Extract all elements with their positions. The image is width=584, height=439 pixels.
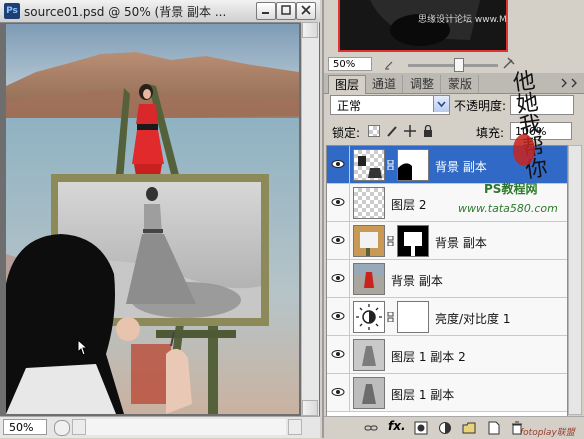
layer-style-icon[interactable]: fx. — [388, 419, 406, 433]
watermark-site-url: www.tata580.com — [458, 202, 558, 215]
lock-brush-icon[interactable] — [386, 125, 398, 137]
layer-name: 图层 1 副本 2 — [391, 350, 466, 364]
add-mask-icon[interactable] — [414, 421, 428, 435]
new-layer-icon[interactable] — [486, 421, 500, 435]
watermark-overlay: 他她我帮你 — [508, 68, 549, 181]
layer-thumbnail — [353, 339, 385, 371]
lock-label: 锁定: — [332, 126, 361, 140]
horizontal-scrollbar[interactable] — [86, 419, 286, 435]
new-group-icon[interactable] — [462, 421, 476, 435]
zoom-field[interactable]: 50% — [3, 419, 47, 435]
layer-row[interactable]: 图层 1 副本 — [327, 374, 567, 412]
canvas-artwork — [6, 24, 299, 414]
scroll-left-button[interactable] — [72, 419, 86, 435]
blend-mode-value: 正常 — [337, 99, 362, 113]
link-layers-icon[interactable] — [364, 421, 378, 435]
layer-name: 背景 副本 — [391, 274, 443, 288]
eye-icon[interactable] — [330, 346, 346, 362]
layer-name: 图层 2 — [391, 198, 427, 212]
layer-name: 图层 1 副本 — [391, 388, 455, 402]
right-panels: 思缘设计论坛 www.MISSYUAN.COM 50% 图层 通道 调整 蒙版 … — [322, 0, 584, 439]
document-canvas[interactable] — [6, 24, 299, 414]
layer-thumbnail — [353, 263, 385, 295]
navigator-caption: 思缘设计论坛 www.MISSYUAN.COM — [418, 13, 508, 25]
minimize-button[interactable] — [256, 2, 276, 20]
watermark-footer: fotoplay联盟 — [520, 428, 575, 438]
brightness-contrast-icon — [356, 304, 382, 330]
eye-icon[interactable] — [330, 270, 346, 286]
eye-icon[interactable] — [330, 156, 346, 172]
close-icon — [301, 5, 311, 15]
layer-thumbnail — [353, 149, 385, 181]
eye-icon[interactable] — [330, 232, 346, 248]
minimize-icon — [262, 12, 269, 14]
close-button[interactable] — [296, 2, 316, 20]
layer-mask-thumbnail[interactable] — [397, 301, 429, 333]
layer-row[interactable]: 背景 副本 — [327, 260, 567, 298]
layer-thumbnail — [353, 225, 385, 257]
maximize-button[interactable] — [276, 2, 296, 20]
document-title: source01.psd @ 50% (背景 副本 ... — [24, 5, 227, 19]
scroll-right-button[interactable] — [288, 419, 302, 435]
scroll-down-button[interactable] — [302, 400, 318, 416]
navigator-zoom-field[interactable]: 50% — [328, 57, 372, 71]
scroll-up-button[interactable] — [302, 22, 318, 38]
link-icon[interactable] — [387, 236, 395, 246]
link-icon[interactable] — [387, 312, 395, 322]
tab-channels[interactable]: 通道 — [366, 75, 404, 93]
eye-icon[interactable] — [330, 194, 346, 210]
photoshop-icon: Ps — [4, 3, 20, 19]
eye-icon[interactable] — [330, 384, 346, 400]
watermark-site-title: PS教程网 — [484, 182, 538, 196]
layer-name: 亮度/对比度 1 — [435, 312, 511, 326]
layer-row[interactable]: 亮度/对比度 1 — [327, 298, 567, 336]
layers-panel-footer: fx. fotoplay联盟 — [324, 416, 584, 439]
layer-thumbnail — [353, 187, 385, 219]
zoom-out-icon[interactable] — [384, 58, 398, 70]
layer-thumbnail — [353, 377, 385, 409]
maximize-icon — [281, 5, 291, 15]
adjustment-thumbnail — [353, 301, 385, 333]
lock-transparent-icon[interactable] — [368, 125, 380, 137]
tab-layers[interactable]: 图层 — [328, 75, 367, 94]
layer-row[interactable]: 图层 1 副本 2 — [327, 336, 567, 374]
layer-name: 背景 副本 — [435, 236, 487, 250]
lock-move-icon[interactable] — [404, 125, 416, 137]
status-menu-icon[interactable] — [54, 420, 70, 436]
hand-cursor-icon — [77, 338, 89, 356]
document-status-bar: 50% — [0, 416, 320, 438]
red-seal-stamp — [513, 134, 535, 166]
eye-icon[interactable] — [330, 308, 346, 324]
link-icon[interactable] — [387, 160, 395, 170]
adjustment-layer-icon[interactable] — [438, 421, 452, 435]
document-window: Ps source01.psd @ 50% (背景 副本 ... 50% — [0, 0, 320, 438]
vertical-scrollbar[interactable] — [301, 22, 319, 416]
document-titlebar[interactable]: Ps source01.psd @ 50% (背景 副本 ... — [0, 0, 320, 23]
